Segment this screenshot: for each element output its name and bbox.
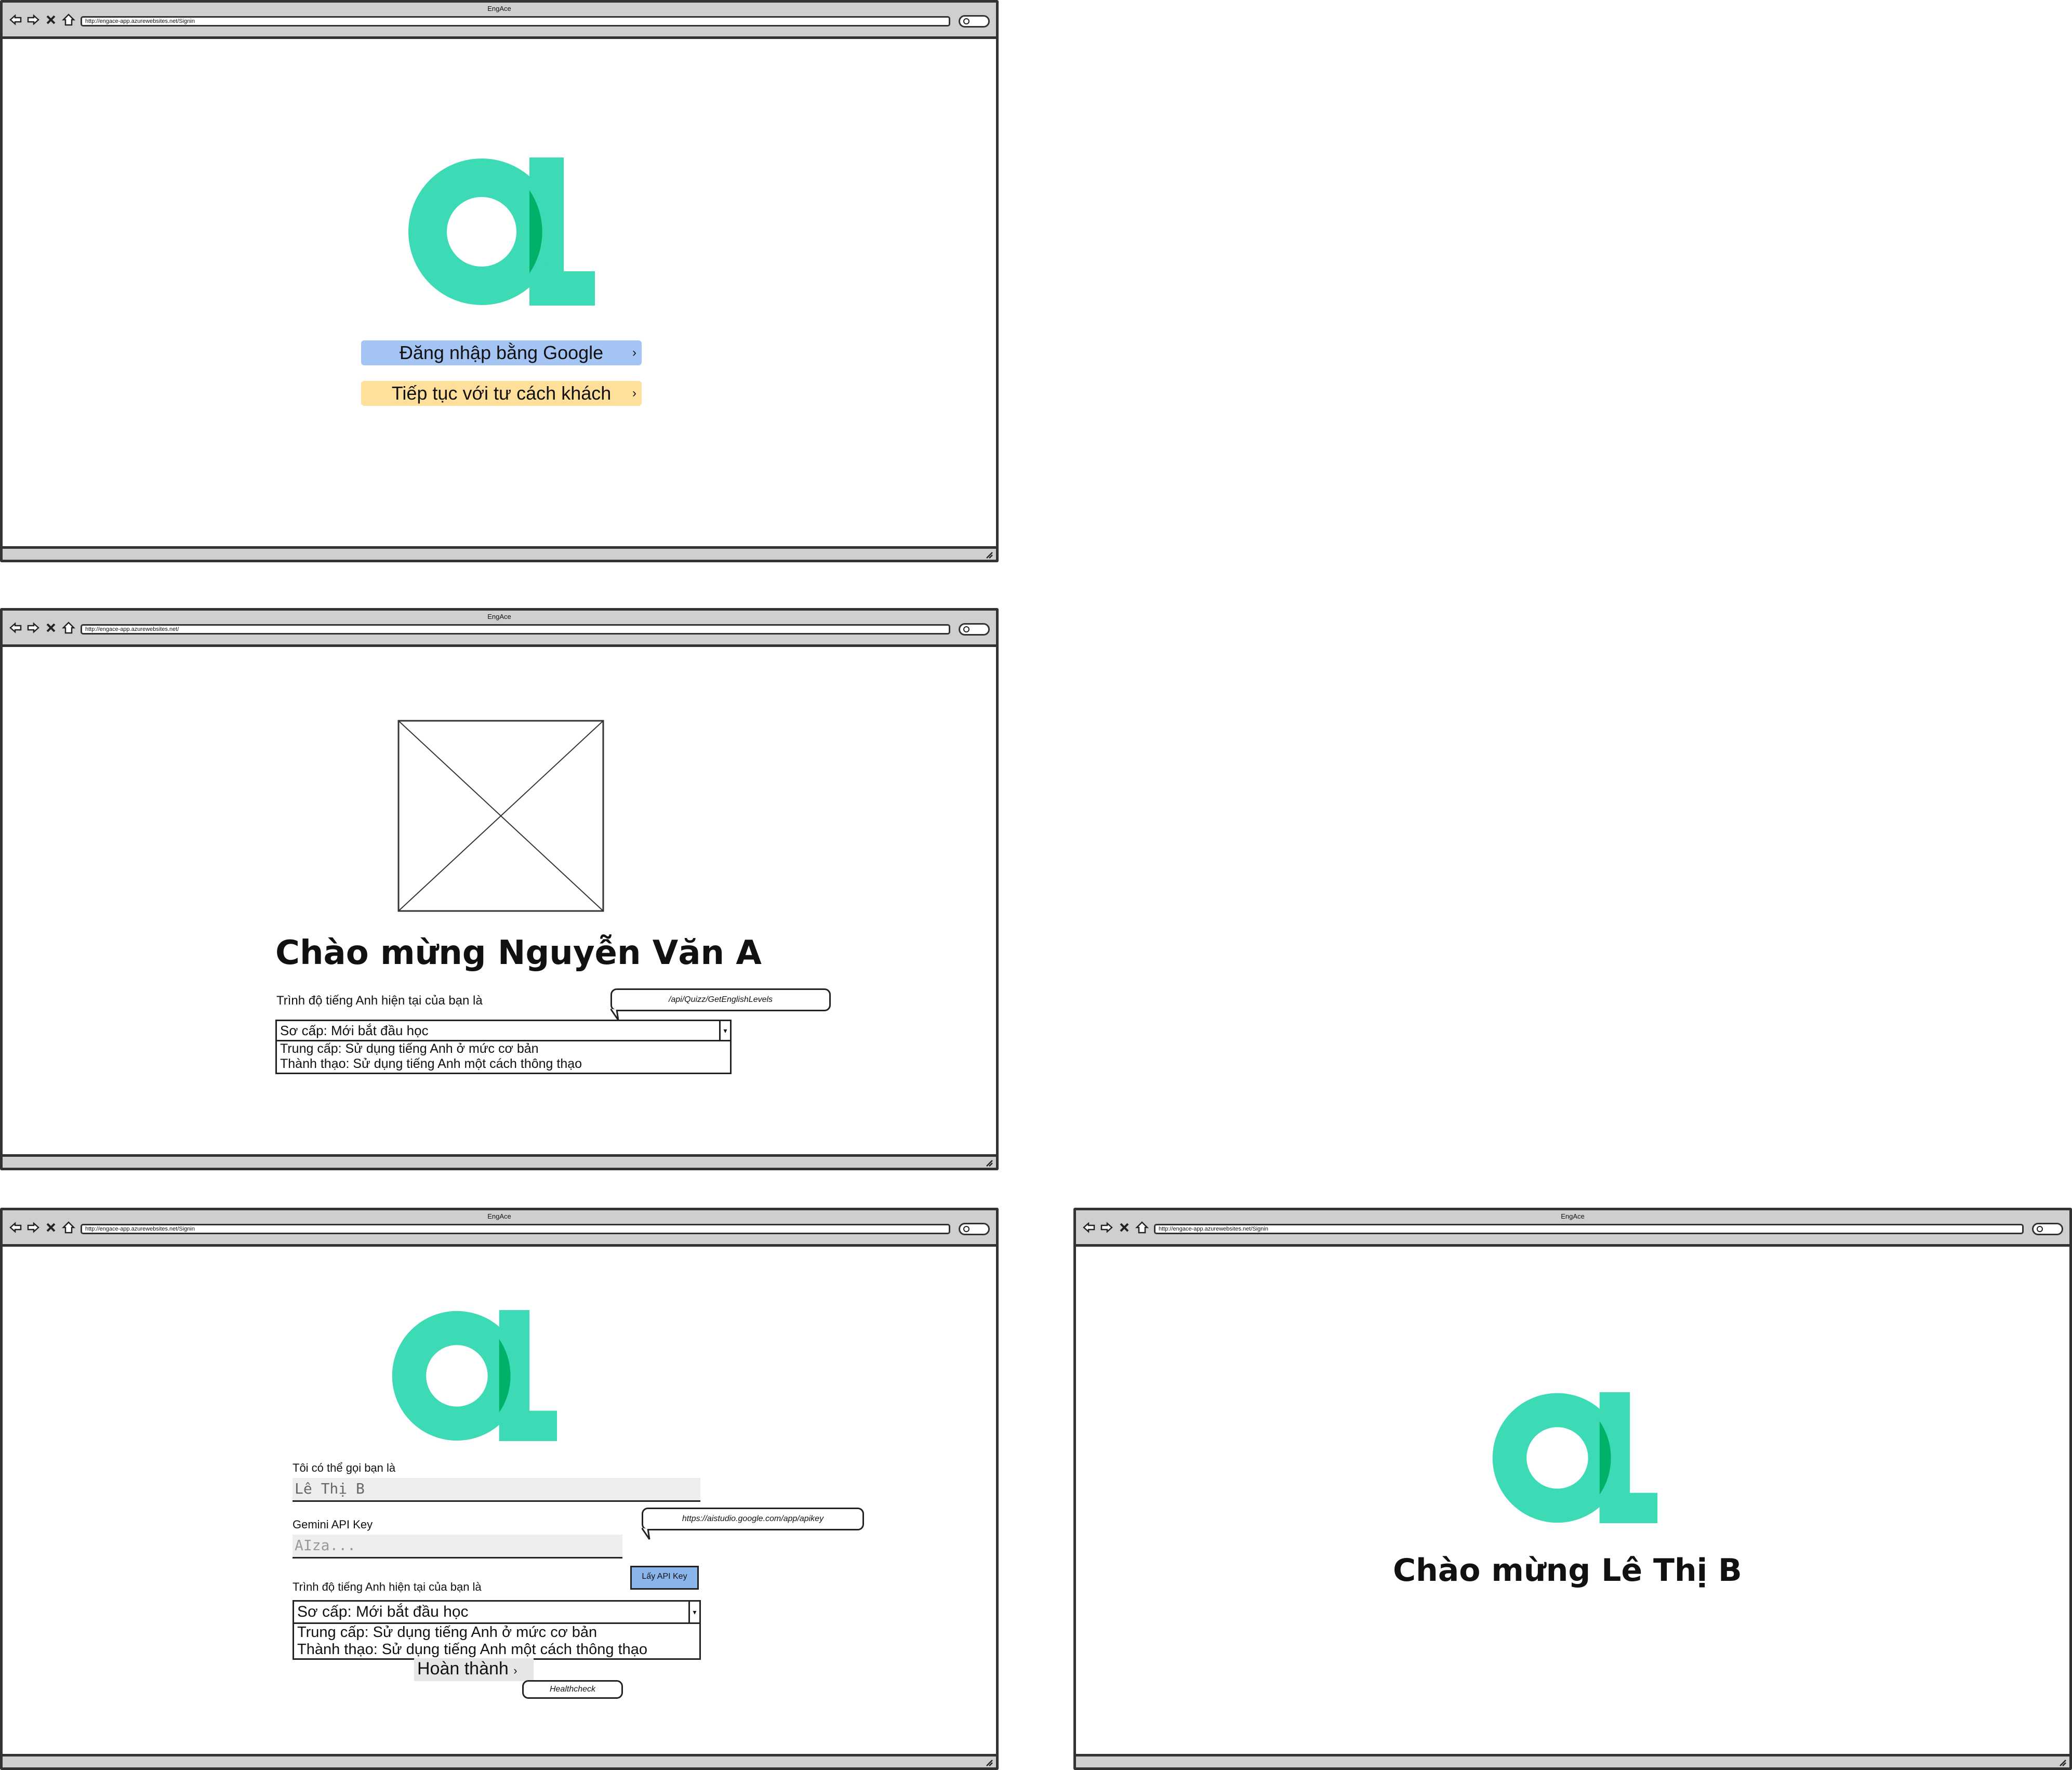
search-button[interactable] <box>959 15 990 28</box>
url-bar[interactable]: http://engace-app.azurewebsites.net/Sign… <box>81 1224 950 1234</box>
browser-toolbar: EngAce http://engace-app.azurewebsites.n… <box>1076 1210 2069 1247</box>
level-options-list: Trung cấp: Sử dụng tiếng Anh ở mức cơ bả… <box>293 1622 701 1660</box>
back-arrow-icon[interactable] <box>1082 1221 1096 1234</box>
browser-toolbar: EngAce http://engace-app.azurewebsites.n… <box>3 3 996 39</box>
apikey-note-text: https://aistudio.google.com/app/apikey <box>682 1514 824 1523</box>
resize-grip-icon[interactable] <box>985 1159 994 1167</box>
url-bar[interactable]: http://engace-app.azurewebsites.net/Sign… <box>1154 1224 2024 1234</box>
browser-window-onboarding-google: EngAce http://engace-app.azurewebsites.n… <box>0 608 999 1170</box>
apikey-note-callout: https://aistudio.google.com/app/apikey <box>642 1508 864 1540</box>
home-icon[interactable] <box>62 1221 75 1234</box>
search-button[interactable] <box>2032 1223 2063 1235</box>
done-button-label: Hoàn thành <box>417 1659 509 1679</box>
forward-arrow-icon[interactable] <box>26 13 40 27</box>
chevron-right-icon: › <box>632 386 636 400</box>
home-icon[interactable] <box>1135 1221 1149 1234</box>
close-icon[interactable] <box>44 13 58 27</box>
search-icon <box>963 626 969 632</box>
status-bar <box>3 1754 996 1767</box>
status-bar <box>3 546 996 560</box>
level-option[interactable]: Thành thạo: Sử dụng tiếng Anh một cách t… <box>280 1056 730 1072</box>
callout-tail <box>642 1528 650 1540</box>
url-bar[interactable]: http://engace-app.azurewebsites.net/ <box>81 624 950 635</box>
app-logo <box>408 157 595 306</box>
search-icon <box>963 1226 969 1232</box>
resize-grip-icon[interactable] <box>2058 1759 2067 1767</box>
search-icon <box>963 18 969 24</box>
browser-window-welcome: EngAce http://engace-app.azurewebsites.n… <box>1073 1208 2072 1770</box>
nav-icons <box>9 12 75 28</box>
level-option[interactable]: Trung cấp: Sử dụng tiếng Anh ở mức cơ bả… <box>280 1041 730 1056</box>
get-apikey-button[interactable]: Lấy API Key <box>630 1566 699 1590</box>
level-label: Trình độ tiếng Anh hiện tại của bạn là <box>293 1580 482 1593</box>
app-logo <box>391 1310 557 1441</box>
window-title: EngAce <box>1561 1212 1585 1220</box>
welcome-title: Chào mừng Lê Thị B <box>1393 1552 1742 1589</box>
level-select-value: Sơ cấp: Mới bắt đầu học <box>297 1603 469 1620</box>
level-select[interactable]: Sơ cấp: Mới bắt đầu học ▾ <box>275 1020 732 1041</box>
resize-grip-icon[interactable] <box>985 1759 994 1767</box>
level-option[interactable]: Thành thạo: Sử dụng tiếng Anh một cách t… <box>297 1641 699 1658</box>
name-label: Tôi có thể gọi bạn là <box>293 1461 396 1474</box>
chevron-right-icon: › <box>513 1664 517 1677</box>
dropdown-arrow-icon[interactable]: ▾ <box>719 1021 730 1040</box>
back-arrow-icon[interactable] <box>9 1221 22 1234</box>
guest-continue-label: Tiếp tục với tư cách khách <box>391 382 612 404</box>
close-icon[interactable] <box>44 621 58 635</box>
window-title: EngAce <box>487 613 511 620</box>
browser-toolbar: EngAce http://engace-app.azurewebsites.n… <box>3 1210 996 1247</box>
apikey-label: Gemini API Key <box>293 1518 373 1531</box>
api-note-text: /api/Quizz/GetEnglishLevels <box>668 995 773 1004</box>
close-icon[interactable] <box>1118 1221 1131 1234</box>
done-button[interactable]: Hoàn thành › <box>414 1658 534 1681</box>
back-arrow-icon[interactable] <box>9 13 22 27</box>
browser-window-onboarding-guest: EngAce http://engace-app.azurewebsites.n… <box>0 1208 999 1770</box>
dropdown-arrow-icon[interactable]: ▾ <box>688 1602 699 1622</box>
close-icon[interactable] <box>44 1221 58 1234</box>
level-label: Trình độ tiếng Anh hiện tại của bạn là <box>276 994 483 1008</box>
status-bar <box>3 1154 996 1168</box>
level-select[interactable]: Sơ cấp: Mới bắt đầu học ▾ <box>293 1600 701 1624</box>
avatar-image-placeholder <box>397 720 604 912</box>
welcome-title: Chào mừng Nguyễn Văn A <box>275 934 762 972</box>
google-signin-label: Đăng nhập bằng Google <box>399 342 604 363</box>
level-option[interactable]: Trung cấp: Sử dụng tiếng Anh ở mức cơ bả… <box>297 1624 699 1641</box>
healthcheck-note-callout: Healthcheck <box>522 1680 623 1699</box>
level-select-value: Sơ cấp: Mới bắt đầu học <box>280 1023 429 1038</box>
status-bar <box>1076 1754 2069 1767</box>
home-icon[interactable] <box>62 621 75 635</box>
name-input[interactable]: Lê Thị B <box>293 1478 700 1502</box>
nav-icons <box>9 620 75 636</box>
window-title: EngAce <box>487 1212 511 1220</box>
apikey-input[interactable]: AIza... <box>293 1535 622 1558</box>
google-signin-button[interactable]: Đăng nhập bằng Google › <box>361 340 642 365</box>
resize-grip-icon[interactable] <box>985 551 994 559</box>
home-icon[interactable] <box>62 13 75 27</box>
search-button[interactable] <box>959 623 990 636</box>
url-bar[interactable]: http://engace-app.azurewebsites.net/Sign… <box>81 16 950 27</box>
forward-arrow-icon[interactable] <box>1100 1221 1113 1234</box>
search-icon <box>2037 1226 2043 1232</box>
healthcheck-note-text: Healthcheck <box>549 1685 596 1694</box>
chevron-right-icon: › <box>632 346 636 360</box>
api-note-callout: /api/Quizz/GetEnglishLevels <box>610 988 831 1021</box>
level-options-list: Trung cấp: Sử dụng tiếng Anh ở mức cơ bả… <box>275 1040 732 1074</box>
browser-window-signin: EngAce http://engace-app.azurewebsites.n… <box>0 0 999 562</box>
nav-icons <box>9 1220 75 1235</box>
back-arrow-icon[interactable] <box>9 621 22 635</box>
nav-icons <box>1082 1220 1149 1235</box>
app-logo <box>1492 1392 1658 1523</box>
browser-toolbar: EngAce http://engace-app.azurewebsites.n… <box>3 611 996 647</box>
forward-arrow-icon[interactable] <box>26 1221 40 1234</box>
search-button[interactable] <box>959 1223 990 1235</box>
forward-arrow-icon[interactable] <box>26 621 40 635</box>
guest-continue-button[interactable]: Tiếp tục với tư cách khách › <box>361 381 642 406</box>
window-title: EngAce <box>487 5 511 12</box>
